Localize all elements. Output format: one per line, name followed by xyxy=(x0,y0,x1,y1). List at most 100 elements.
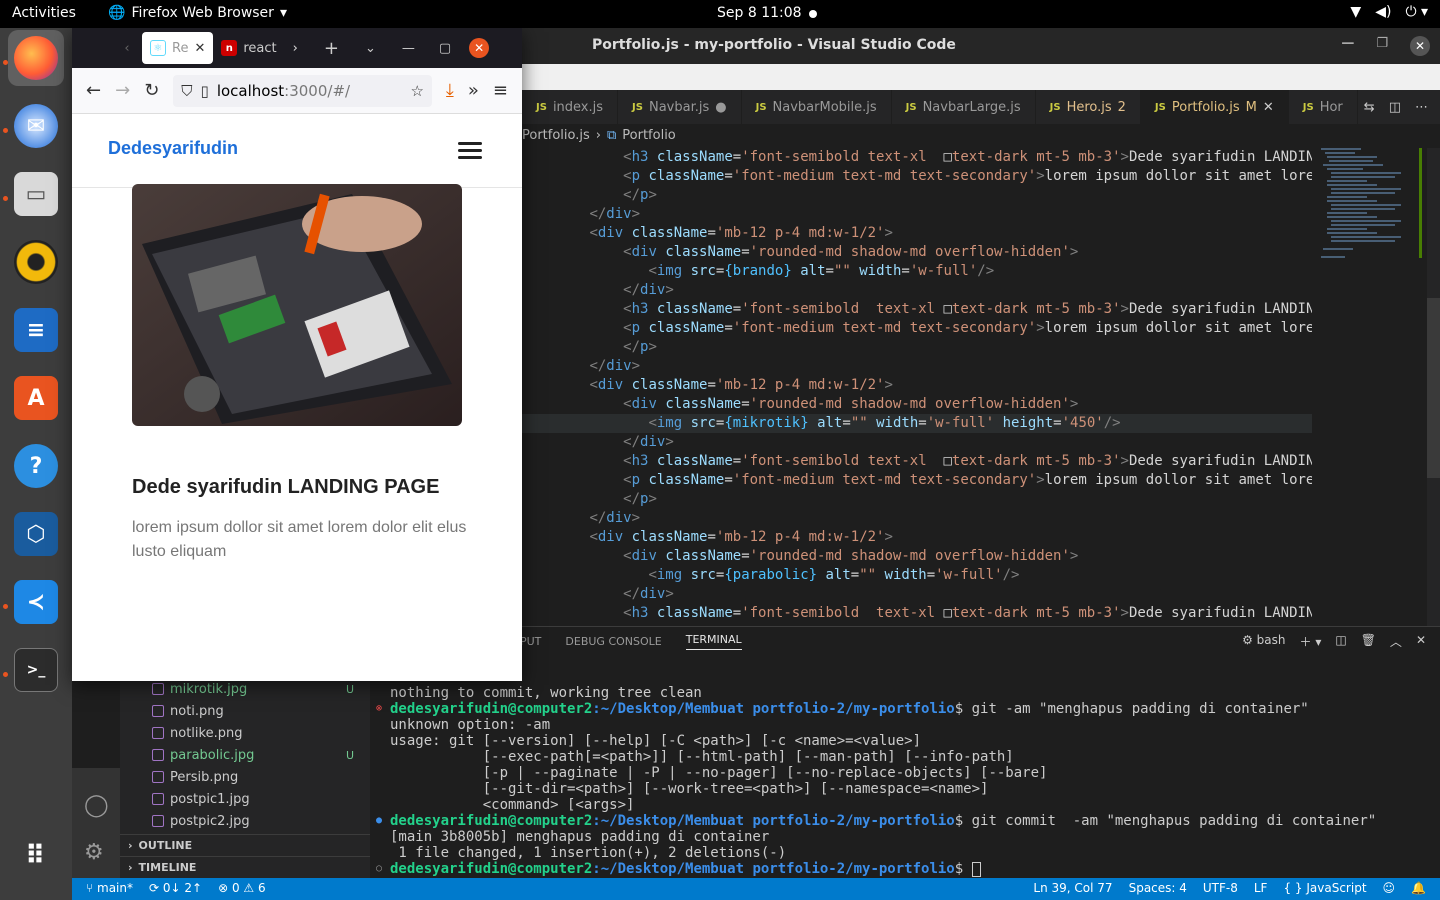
new-tab-icon[interactable]: + xyxy=(324,38,339,59)
shield-icon[interactable]: ⛉ xyxy=(181,82,192,100)
restore-icon[interactable]: ❐ xyxy=(1376,36,1388,56)
sync-indicator[interactable]: ⟳ 0↓ 2↑ xyxy=(149,881,202,895)
section-title: TIMELINE xyxy=(138,861,197,874)
dock-terminal[interactable]: >_ xyxy=(8,642,64,698)
breadcrumb: Portfolio.js › ⧉ Portfolio xyxy=(522,124,676,146)
tab-navbarlarge[interactable]: JS NavbarLarge.js xyxy=(892,90,1036,124)
dock-software[interactable]: A xyxy=(8,370,64,426)
scrollbar-thumb[interactable] xyxy=(1427,298,1440,478)
tab-home[interactable]: JS Hor xyxy=(1289,90,1358,124)
js-icon: JS xyxy=(1154,101,1166,113)
branch-indicator[interactable]: ⑂ main* xyxy=(86,881,133,895)
tab-terminal[interactable]: TERMINAL xyxy=(685,633,742,650)
shell-label: bash xyxy=(1256,633,1286,647)
clock[interactable]: Sep 8 11:08 xyxy=(717,5,802,21)
image-file-icon xyxy=(152,683,164,695)
gear-icon[interactable]: ⚙ xyxy=(84,840,104,865)
problems-indicator[interactable]: ⊗ 0 ⚠ 6 xyxy=(218,881,266,895)
list-item[interactable]: Persib.png xyxy=(120,766,370,788)
dock-virtualbox[interactable]: ⬡ xyxy=(8,506,64,562)
dock-firefox[interactable] xyxy=(8,30,64,86)
code-editor[interactable]: <h3 className='font-semibold text-xl □te… xyxy=(522,148,1312,626)
tab-index[interactable]: JS index.js xyxy=(522,90,619,124)
system-tray[interactable]: ▼ ◀) ⏻ ▾ xyxy=(1350,4,1428,20)
browser-tab[interactable]: n react xyxy=(213,32,284,64)
new-terminal-icon[interactable]: ＋ ▾ xyxy=(1300,633,1322,650)
list-item[interactable]: notlike.png xyxy=(120,722,370,744)
tab-navbar[interactable]: JS Navbar.js ● xyxy=(618,90,742,124)
code-line: <h3 className='font-semibold text-xl □te… xyxy=(623,149,1312,165)
download-icon[interactable]: ⤓ xyxy=(446,80,454,101)
encoding[interactable]: UTF-8 xyxy=(1203,881,1238,895)
running-indicator xyxy=(3,604,8,609)
browser-tab-active[interactable]: ⚛ Re ✕ xyxy=(142,32,214,64)
list-item[interactable]: mikrotik.jpg U xyxy=(120,678,370,700)
tab-debug-console[interactable]: DEBUG CONSOLE xyxy=(565,635,661,648)
dock-help[interactable]: ? xyxy=(8,438,64,494)
dock-files[interactable]: ▭ xyxy=(8,166,64,222)
app-menu[interactable]: 🌐 Firefox Web Browser ▾ xyxy=(108,5,287,21)
back-icon[interactable]: ← xyxy=(86,80,101,101)
account-icon[interactable]: ◯ xyxy=(84,793,109,818)
bottom-panel: PUT DEBUG CONSOLE TERMINAL ⚙ bash ＋ ▾ ◫ … xyxy=(370,626,1440,878)
indentation[interactable]: Spaces: 4 xyxy=(1129,881,1187,895)
breadcrumb-file[interactable]: Portfolio.js xyxy=(522,128,590,143)
breadcrumb-symbol[interactable]: Portfolio xyxy=(622,128,675,143)
cursor-position[interactable]: Ln 39, Col 77 xyxy=(1033,881,1112,895)
code-line: <p className='font-medium text-md text-s… xyxy=(623,168,1312,184)
close-panel-icon[interactable]: ✕ xyxy=(1416,633,1426,650)
close-tab-icon[interactable]: ✕ xyxy=(194,41,205,56)
more-actions-icon[interactable]: ⋯ xyxy=(1415,100,1428,115)
dock-thunderbird[interactable]: ✉ xyxy=(8,98,64,154)
hamburger-menu-icon[interactable] xyxy=(458,142,482,163)
close-icon[interactable]: ✕ xyxy=(1410,36,1430,56)
dock-vscode[interactable]: ≺ xyxy=(8,574,64,630)
minimize-icon[interactable]: — xyxy=(402,41,415,56)
minimize-icon[interactable]: — xyxy=(1341,36,1354,56)
tab-navbarmobile[interactable]: JS NavbarMobile.js xyxy=(742,90,892,124)
list-item[interactable]: noti.png xyxy=(120,700,370,722)
terminal-line: unknown option: -am xyxy=(390,717,551,733)
show-apps-button[interactable]: ⠿ xyxy=(8,828,64,884)
line-ending[interactable]: LF xyxy=(1254,881,1268,895)
list-item[interactable]: parabolic.jpg U xyxy=(120,744,370,766)
language-mode[interactable]: { } JavaScript xyxy=(1283,881,1366,895)
forward-icon[interactable]: → xyxy=(115,80,130,101)
bookmark-star-icon[interactable]: ☆ xyxy=(410,82,423,100)
hamburger-menu-icon[interactable]: ≡ xyxy=(493,80,508,101)
editor-scrollbar[interactable] xyxy=(1427,148,1440,626)
reload-icon[interactable]: ↻ xyxy=(144,80,159,101)
list-item[interactable]: postpic1.jpg xyxy=(120,788,370,810)
tab-hero[interactable]: JS Hero.js 2 xyxy=(1036,90,1141,124)
maximize-panel-icon[interactable]: ︿ xyxy=(1390,633,1402,650)
maximize-icon[interactable]: ▢ xyxy=(439,41,451,56)
compare-icon[interactable]: ⇆ xyxy=(1364,100,1375,115)
split-editor-icon[interactable]: ◫ xyxy=(1389,100,1401,115)
close-window-icon[interactable]: ✕ xyxy=(469,38,490,58)
dock-rhythmbox[interactable] xyxy=(8,234,64,290)
trash-icon[interactable]: 🗑 xyxy=(1361,633,1376,650)
list-item[interactable]: postpic2.jpg xyxy=(120,810,370,832)
bell-icon[interactable]: 🔔 xyxy=(1411,881,1426,895)
overflow-icon[interactable]: » xyxy=(468,80,479,101)
section-title: OUTLINE xyxy=(138,839,193,852)
activities-button[interactable]: Activities xyxy=(12,5,76,21)
url-bar[interactable]: ⛉ ▯ localhost:3000/#/ ☆ xyxy=(173,74,432,107)
minimap[interactable] xyxy=(1315,148,1423,626)
dock-writer[interactable]: ≡ xyxy=(8,302,64,358)
wifi-icon: ▼ xyxy=(1350,4,1362,20)
split-terminal-icon[interactable]: ◫ xyxy=(1335,633,1346,650)
terminal-output[interactable]: nothing to commit, working tree clean ⊗ d… xyxy=(376,685,1376,877)
terminal-shell-icon[interactable]: ⚙ bash xyxy=(1242,633,1285,650)
sync-label: 0↓ 2↑ xyxy=(162,881,203,895)
timeline-section[interactable]: › TIMELINE xyxy=(120,856,370,878)
tab-portfolio[interactable]: JS Portfolio.js M ✕ xyxy=(1140,90,1289,124)
list-tabs-icon[interactable]: ⌄ xyxy=(365,41,376,56)
tab-output[interactable]: PUT xyxy=(520,635,541,648)
close-tab-icon[interactable]: ✕ xyxy=(1263,100,1274,115)
feedback-icon[interactable]: ☺ xyxy=(1383,881,1396,895)
tab-scroll-left-icon[interactable]: ‹ xyxy=(112,41,142,56)
tab-scroll-right-icon[interactable]: › xyxy=(293,41,298,56)
outline-section[interactable]: › OUTLINE xyxy=(120,834,370,856)
site-brand[interactable]: Dedesyarifudin xyxy=(108,138,238,159)
